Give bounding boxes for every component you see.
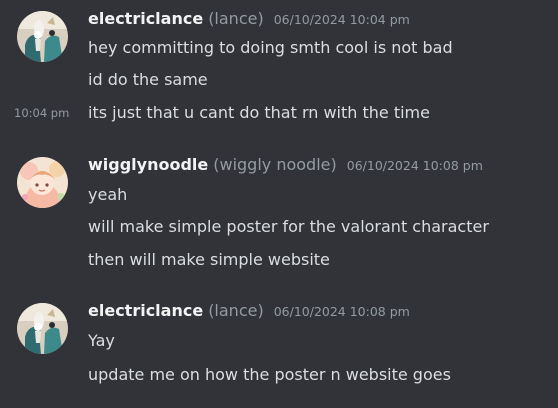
nickname[interactable]: (lance)	[208, 301, 264, 320]
username[interactable]: electriclance	[88, 301, 203, 320]
message-timestamp: 06/10/2024 10:08 pm	[273, 304, 410, 319]
pastel-character-avatar-icon	[17, 157, 68, 208]
avatar[interactable]	[17, 303, 68, 354]
message-header: electriclance (lance) 06/10/2024 10:04 p…	[88, 9, 410, 35]
message-text: hey committing to doing smth cool is not…	[88, 38, 453, 57]
avatar[interactable]	[17, 11, 68, 62]
nickname[interactable]: (lance)	[208, 9, 264, 28]
chat-messages: electriclance (lance) 06/10/2024 10:04 p…	[0, 0, 558, 408]
message-header: electriclance (lance) 06/10/2024 10:08 p…	[88, 301, 410, 327]
message-timestamp: 06/10/2024 10:04 pm	[273, 12, 410, 27]
message-text: then will make simple website	[88, 250, 330, 269]
message-text: update me on how the poster n website go…	[88, 365, 451, 384]
username[interactable]: wigglynoodle	[88, 155, 208, 174]
message-hover-timestamp: 10:04 pm	[14, 106, 70, 120]
message-header: wigglynoodle (wiggly noodle) 06/10/2024 …	[88, 155, 483, 181]
message-text: yeah	[88, 185, 128, 204]
message-text: id do the same	[88, 70, 208, 89]
nickname[interactable]: (wiggly noodle)	[213, 155, 337, 174]
anime-character-avatar-icon	[17, 11, 68, 62]
anime-character-avatar-icon	[17, 303, 68, 354]
username[interactable]: electriclance	[88, 9, 203, 28]
avatar[interactable]	[17, 157, 68, 208]
message-text: its just that u cant do that rn with the…	[88, 103, 430, 122]
message-text: Yay	[88, 331, 115, 350]
message-timestamp: 06/10/2024 10:08 pm	[346, 158, 483, 173]
message-text: will make simple poster for the valorant…	[88, 217, 489, 236]
